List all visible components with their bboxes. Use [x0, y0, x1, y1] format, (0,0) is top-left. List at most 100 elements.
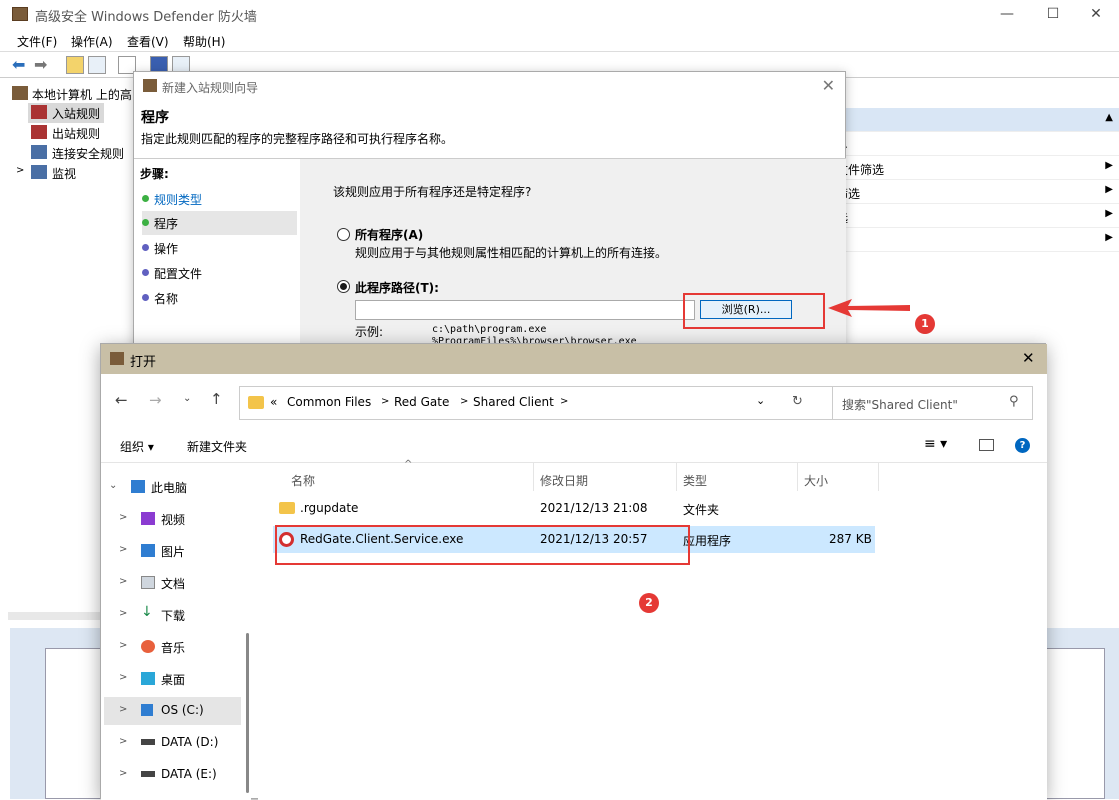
nav-this-pc[interactable]: ⌄ 此电脑 [101, 473, 251, 501]
example-path-1: c:\path\program.exe [432, 324, 547, 335]
desktop-icon [141, 672, 155, 685]
annotation-arrow [828, 299, 910, 317]
new-folder-button[interactable]: 新建文件夹 [187, 438, 247, 455]
action-filter-group[interactable]: 选▶ [836, 204, 1119, 228]
back-arrow-icon[interactable]: ⬅ [12, 55, 25, 74]
up-icon[interactable]: ↑ [210, 390, 223, 408]
radio-all-programs[interactable] [337, 228, 350, 241]
annotation-badge-1: 1 [915, 314, 935, 334]
refresh-icon[interactable]: ↻ [792, 394, 803, 409]
tree-item-inbound[interactable]: 入站规则 [28, 103, 104, 123]
firewall-icon [12, 7, 28, 21]
open-dialog-close-button[interactable]: ✕ [1022, 349, 1035, 367]
menu-help[interactable]: 帮助(H) [183, 33, 225, 50]
column-divider [797, 463, 798, 491]
nav-pictures[interactable]: > 图片 [101, 537, 251, 565]
annotation-box-1 [683, 293, 825, 329]
chevron-right-icon: > [560, 396, 569, 407]
nav-music[interactable]: > 音乐 [101, 633, 251, 661]
chevron-down-icon[interactable]: ⌄ [756, 394, 765, 407]
annotation-badge-2: 2 [639, 593, 659, 613]
maximize-button[interactable]: ☐ [1030, 0, 1076, 30]
program-path-input[interactable] [355, 300, 695, 320]
step-name: 名称 [142, 286, 297, 310]
wizard-title: 新建入站规则向导 [162, 81, 259, 95]
wizard-steps: 步骤: 规则类型 程序 操作 配置文件 名称 [134, 158, 300, 362]
collapse-icon[interactable]: ▲ [1105, 112, 1113, 123]
column-name[interactable]: 名称 [291, 472, 315, 489]
wizard-close-button[interactable]: ✕ [822, 76, 835, 95]
wizard-heading: 程序 [141, 110, 169, 126]
breadcrumb-red-gate[interactable]: Red Gate [394, 395, 449, 409]
radio-this-program-path[interactable] [337, 280, 350, 293]
breadcrumb-common-files[interactable]: Common Files [287, 395, 371, 409]
documents-icon [141, 576, 155, 589]
minimize-button[interactable]: — [984, 0, 1030, 30]
command-bar: 组织 ▾ 新建文件夹 ≡ ▾ ? [101, 429, 1047, 463]
file-list: ^ 名称 修改日期 类型 大小 .rgupdate 2021/12/13 21:… [258, 459, 1047, 800]
outbound-rules-icon [31, 125, 47, 139]
monitor-icon [31, 165, 47, 179]
annotation-box-2 [275, 525, 690, 565]
wizard-description: 指定此规则匹配的程序的完整程序路径和可执行程序名称。 [141, 132, 454, 146]
example-label: 示例: [355, 325, 384, 339]
breadcrumb-shared-client[interactable]: Shared Client [473, 395, 554, 409]
windows-drive-icon [141, 704, 153, 716]
menu-view[interactable]: 查看(V) [127, 33, 169, 50]
column-divider [533, 463, 534, 491]
show-tree-icon[interactable] [88, 56, 106, 74]
menu-action[interactable]: 操作(A) [71, 33, 113, 50]
up-folder-icon[interactable] [66, 56, 84, 74]
column-divider [878, 463, 879, 491]
open-file-dialog: 打开 ✕ ← → ⌄ ↑ « Common Files > Red Gate >… [100, 343, 1047, 800]
program-path-label: 此程序路径(T): [355, 281, 439, 295]
chevron-right-icon: > [381, 396, 390, 407]
view-menu-icon[interactable]: ≡ ▾ [924, 436, 947, 452]
step-program[interactable]: 程序 [142, 211, 297, 235]
help-icon[interactable]: ? [1015, 438, 1030, 453]
action-filter-state[interactable]: 筛选 ▶ [836, 180, 1119, 204]
menu-file[interactable]: 文件(F) [17, 33, 57, 50]
nav-downloads[interactable]: > ↓ 下载 [101, 601, 251, 629]
action-view[interactable]: ▶ [846, 228, 1119, 252]
wizard-content: 该规则应用于所有程序还是特定程序? 所有程序(A) 规则应用于与其他规则属性相匹… [300, 158, 846, 362]
nav-documents[interactable]: > 文档 [101, 569, 251, 597]
nav-data-d[interactable]: > DATA (D:) [101, 729, 251, 757]
recent-locations-icon[interactable]: ⌄ [183, 393, 191, 404]
nav-os-c[interactable]: > OS (C:) [104, 697, 241, 725]
back-icon[interactable]: ← [115, 391, 128, 409]
steps-header: 步骤: [140, 167, 169, 181]
nav-scrollbar[interactable] [246, 633, 249, 793]
organize-button[interactable]: 组织 ▾ [120, 438, 154, 455]
nav-videos[interactable]: > 视频 [101, 505, 251, 533]
nav-desktop[interactable]: > 桌面 [101, 665, 251, 693]
action-filter-profile[interactable]: 文件筛选 ▶ [836, 156, 1119, 180]
column-date[interactable]: 修改日期 [540, 472, 588, 489]
preview-pane-icon[interactable] [979, 439, 994, 451]
file-row-rgupdate[interactable]: .rgupdate 2021/12/13 21:08 文件夹 [273, 495, 873, 522]
forward-arrow-icon[interactable]: ➡ [34, 55, 47, 74]
drive-icon [141, 739, 155, 745]
drive-icon [141, 771, 155, 777]
search-box[interactable]: 搜索"Shared Client" ⚲ [832, 386, 1033, 420]
pictures-icon [141, 544, 155, 557]
step-rule-type[interactable]: 规则类型 [142, 187, 297, 211]
close-button[interactable]: ✕ [1073, 0, 1119, 30]
column-type[interactable]: 类型 [683, 472, 707, 489]
column-size[interactable]: 大小 [804, 472, 828, 489]
step-pending-icon [142, 294, 149, 301]
step-done-icon [142, 195, 149, 202]
nav-data-e[interactable]: > DATA (E:) [101, 761, 251, 789]
chevron-right-icon: > [460, 396, 469, 407]
search-input[interactable]: 搜索"Shared Client" [842, 396, 958, 413]
sort-up-icon: ^ [404, 459, 413, 470]
column-divider [676, 463, 677, 491]
breadcrumb-overflow[interactable]: « [270, 395, 277, 409]
action-item[interactable]: … [836, 132, 1119, 156]
forward-icon[interactable]: → [149, 391, 162, 409]
main-window-title: 高级安全 Windows Defender 防火墙 [35, 10, 257, 25]
search-icon: ⚲ [1009, 394, 1019, 409]
step-pending-icon [142, 269, 149, 276]
address-bar[interactable]: « Common Files > Red Gate > Shared Clien… [239, 386, 919, 420]
step-action: 操作 [142, 236, 297, 260]
